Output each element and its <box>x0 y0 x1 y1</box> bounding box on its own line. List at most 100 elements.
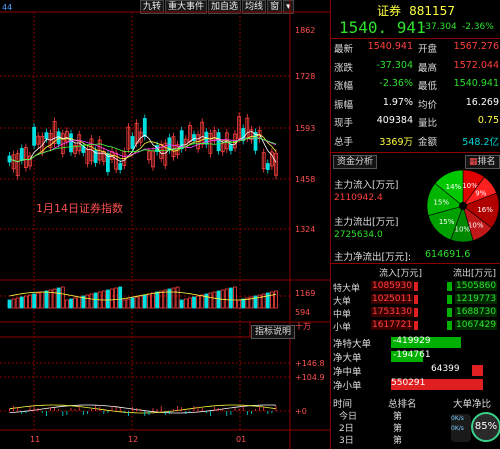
flow-row-name: 中单 <box>333 310 352 320</box>
quote-value-2: 0.75 <box>477 115 499 126</box>
volume-bar <box>183 298 188 309</box>
volume-bar <box>110 288 114 309</box>
quote-value-2: 1572.044 <box>453 59 499 71</box>
quote-value-1: 1.97% <box>382 96 413 108</box>
net-row-value: -194761 <box>393 350 431 360</box>
pie-label-1: 9% <box>475 190 486 198</box>
volume-bar <box>228 287 233 309</box>
volume-bar <box>216 290 221 309</box>
volume-bar <box>36 292 41 309</box>
volume-bar <box>187 297 192 309</box>
volume-bar <box>73 297 77 309</box>
flow-out-bar <box>447 308 452 317</box>
quote-label-2: 最低 <box>418 81 438 92</box>
chart-area: 44 九转 重大事件 加自选 均线窗 ▾ 1862 1728 1593 1458 1324 116… <box>0 0 330 449</box>
volume-bar <box>269 291 274 309</box>
volume-bar <box>23 295 28 309</box>
candle-body <box>228 144 233 151</box>
candle-body <box>118 163 123 170</box>
inflow-value: 2110942.4 <box>334 193 383 203</box>
volume-bar <box>106 289 110 309</box>
fund-flow-pie: 10%9%16%10%10%15%15%14% <box>426 169 500 243</box>
volume-bar <box>274 290 278 309</box>
indicator-line-1 <box>9 404 277 414</box>
flow-in-bar <box>414 282 418 291</box>
pie-label-6: 15% <box>433 198 449 206</box>
history-rank: 第 <box>393 436 403 446</box>
tab-fund-analysis[interactable]: 资金分析 <box>333 155 378 169</box>
net-flow-bars: 净特大单 -419929 净大单 -194761 净中单 64399 净小单 550291 <box>331 336 500 396</box>
quote-value-1: -37.304 <box>376 59 413 71</box>
quote-panel: 证券 881157 1540. 941 -37.304 -2.36% 最新 154… <box>330 0 500 449</box>
flow-row-out: 1219773 <box>455 294 498 304</box>
volume-bar <box>196 295 201 309</box>
quote-label-2: 最高 <box>418 62 438 74</box>
net-row-value: -419929 <box>393 336 431 346</box>
flow-header-in: 流入[万元] <box>379 269 423 279</box>
volume-bar <box>56 287 61 309</box>
price-tick-2: 1593 <box>295 124 315 133</box>
flow-in-bar <box>414 321 418 330</box>
volume-bar <box>171 287 176 309</box>
outflow-label: 主力流出[万元] <box>334 217 399 228</box>
indicator-tick-0: +146.8 <box>295 359 325 368</box>
volume-bar <box>7 299 12 309</box>
pie-label-3: 10% <box>468 221 484 229</box>
quote-label-2: 量比 <box>418 118 438 129</box>
quote-label-2: 均价 <box>418 99 438 111</box>
volume-bar <box>126 298 131 309</box>
net-row-name: 净小单 <box>333 381 362 392</box>
quote-label-1: 涨幅 <box>334 81 354 92</box>
price-tick-4: 1324 <box>295 225 315 234</box>
indicator-help-button[interactable]: 指标说明 <box>251 325 296 339</box>
flow-row-out: 1688730 <box>455 307 498 317</box>
flow-in-bar <box>414 295 418 304</box>
volume-bars <box>7 286 278 309</box>
pie-label-2: 16% <box>477 206 493 214</box>
candle-body <box>69 133 73 153</box>
price-tick-1: 1728 <box>295 72 315 81</box>
flow-row-name: 特大单 <box>333 284 361 294</box>
volume-bar <box>233 286 237 309</box>
download-speed: 0K/s <box>451 425 464 432</box>
indicator-tick-2: +0 <box>295 407 307 416</box>
date-tick-0: 11 <box>30 435 40 444</box>
volume-tick-2: 十万 <box>295 321 311 331</box>
moving-average-lines <box>9 130 277 163</box>
volume-bar <box>85 294 90 309</box>
candle-body <box>44 132 49 140</box>
flow-row-out: 1067429 <box>455 320 498 330</box>
quote-title: 证券 881157 <box>331 0 500 18</box>
quote-row: 涨跌 -37.304 最高 1572.044 <box>331 60 500 76</box>
quote-label-2: 金额 <box>418 136 438 148</box>
volume-bar <box>138 295 143 309</box>
quote-table: 最新 1540.941 开盘 1567.276 涨跌 -37.304 最高 1572.044 涨… <box>331 41 500 153</box>
price-change: -37.304 <box>422 22 457 32</box>
volume-bar <box>65 299 69 309</box>
volume-bar <box>224 288 229 309</box>
inflow-label: 主力流入[万元] <box>334 180 399 191</box>
volume-bar <box>265 292 270 309</box>
volume-bar <box>19 296 24 309</box>
volume-bar <box>151 292 155 309</box>
quote-label-1: 总手 <box>334 136 354 148</box>
volume-bar <box>15 297 20 309</box>
volume-bar <box>192 296 196 309</box>
candle-body <box>216 132 221 152</box>
flow-row-in: 1085930 <box>371 281 414 291</box>
quote-row: 涨幅 -2.36% 最低 1540.941 <box>331 78 500 94</box>
quote-value-1: -2.36% <box>379 78 413 89</box>
quote-row: 最新 1540.941 开盘 1567.276 <box>331 41 500 57</box>
volume-bar <box>142 294 147 309</box>
stock-code: 881157 <box>409 4 455 18</box>
ma-line-3 <box>9 137 277 163</box>
date-tick-1: 12 <box>128 435 138 444</box>
indicator-tick-1: +104.9 <box>295 373 325 382</box>
quote-label-1: 现手 <box>334 118 354 129</box>
net-row-name: 净大单 <box>333 353 362 364</box>
stock-name: 证券 <box>377 4 402 18</box>
volume-bar <box>44 290 49 309</box>
speed-ball: 85% <box>471 412 500 442</box>
rank-icon: ▦ <box>469 157 478 167</box>
outflow-value: 2725634.0 <box>334 230 383 240</box>
